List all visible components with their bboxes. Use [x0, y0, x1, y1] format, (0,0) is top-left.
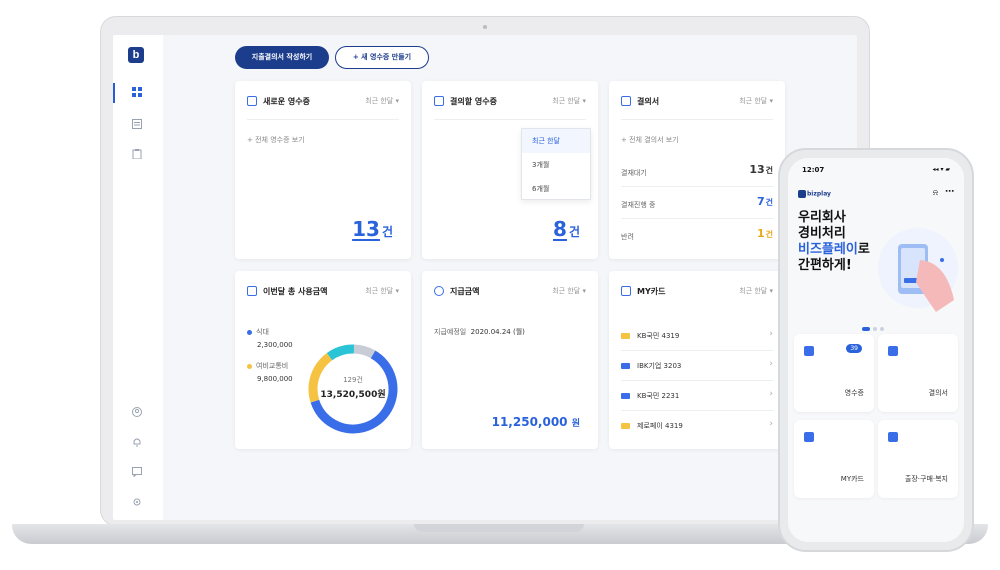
- clipboard-icon[interactable]: [132, 149, 142, 159]
- create-expense-report-button[interactable]: 지출결의서 작성하기: [235, 46, 329, 69]
- new-receipt-button[interactable]: + 새 영수증 만들기: [335, 46, 429, 69]
- card-item-kb-2231[interactable]: KB국민 2231 ›: [621, 381, 773, 411]
- app-logo[interactable]: b: [128, 47, 144, 63]
- receipt-count-badge: 39: [846, 344, 862, 353]
- status-icons: ◂◂ ▾ ▰: [932, 166, 950, 173]
- view-all-receipts-link[interactable]: + 전체 영수증 보기: [247, 135, 305, 145]
- chat-icon[interactable]: [132, 467, 142, 477]
- arrow-circle-icon: [434, 286, 444, 296]
- tile-travel-purchase-welfare[interactable]: 출장·구매·복지: [878, 420, 958, 498]
- tile-my-card[interactable]: MY카드: [794, 420, 874, 498]
- card-title: MY카드: [637, 287, 666, 296]
- status-time: 12:07: [802, 166, 825, 174]
- sidebar-active-indicator: [113, 83, 115, 103]
- card-item-ibk-3203[interactable]: IBK기업 3203 ›: [621, 351, 773, 381]
- payment-card: 지급금액 최근 한달 ▾ 지급예정일 2020.04.24 (월) 11,250…: [422, 271, 598, 449]
- legend-travel: 여비교통비: [247, 361, 288, 371]
- camera: [483, 25, 487, 29]
- card-title: 결의할 영수증: [450, 97, 497, 106]
- dashboard-icon[interactable]: [132, 87, 142, 97]
- laptop: b 지출결의서 작성하기 + 새 영수증 만들기 새로운 영수증 최근 한달 ▾…: [100, 16, 870, 526]
- monthly-spend-card: 이번달 총 사용금액 최근 한달 ▾ 식대 2,300,000 여비교통비 9,…: [235, 271, 411, 449]
- stat-row-pending[interactable]: 결재대기 13건: [621, 157, 773, 187]
- legend-meal-value: 2,300,000: [257, 341, 293, 349]
- more-icon[interactable]: ⋯: [945, 187, 954, 197]
- card-title: 이번달 총 사용금액: [263, 287, 328, 296]
- card-item-zeropay-4319[interactable]: 제로페이 4319 ›: [621, 411, 773, 441]
- tile-approval[interactable]: 결의서: [878, 334, 958, 412]
- card-chip-icon: [621, 423, 630, 429]
- payment-date: 지급예정일 2020.04.24 (월): [434, 328, 525, 336]
- period-select[interactable]: 최근 한달 ▾: [739, 96, 773, 106]
- stat-row-rejected[interactable]: 반려 1건: [621, 221, 773, 251]
- dashboard-screen: b 지출결의서 작성하기 + 새 영수증 만들기 새로운 영수증 최근 한달 ▾…: [113, 35, 857, 520]
- divider: [247, 119, 399, 120]
- card-title: 지급금액: [450, 287, 480, 296]
- hero-text: 우리회사 경비처리 비즈플레이로 간편하게!: [798, 210, 870, 273]
- bizplay-logo: bizplay: [798, 190, 831, 198]
- receipt-icon[interactable]: [132, 119, 142, 129]
- legend-meal: 식대: [247, 327, 269, 337]
- gear-icon[interactable]: [132, 497, 142, 507]
- divider: [434, 119, 586, 120]
- bell-icon[interactable]: [132, 437, 142, 447]
- document-icon: [888, 346, 898, 356]
- period-select[interactable]: 최근 한달 ▾: [739, 286, 773, 296]
- legend-travel-value: 9,800,000: [257, 375, 293, 383]
- card-title: 결의서: [637, 97, 660, 106]
- dropdown-option-3months[interactable]: 3개월: [522, 153, 590, 177]
- card-item-kb-4319[interactable]: KB국민 4319 ›: [621, 321, 773, 351]
- divider: [621, 119, 773, 120]
- chevron-right-icon: ›: [769, 389, 773, 399]
- donut-count: 129건: [343, 376, 363, 384]
- period-dropdown-menu: 최근 한달 3개월 6개월: [521, 128, 591, 200]
- document-icon: [621, 96, 631, 106]
- receipt-icon: [434, 96, 444, 106]
- bell-icon[interactable]: ⍾: [933, 188, 938, 198]
- card-chip-icon: [621, 333, 630, 339]
- carousel-dots[interactable]: [862, 316, 887, 335]
- phone-screen: 12:07 ◂◂ ▾ ▰ bizplay ⍾ ⋯ 우리회사 경비처리 비즈플레이…: [788, 158, 964, 542]
- my-cards-card: MY카드 최근 한달 ▾ KB국민 4319 › IBK기업 3203 › KB…: [609, 271, 785, 449]
- period-select[interactable]: 최근 한달 ▾: [552, 96, 586, 106]
- credit-card-icon: [804, 432, 814, 442]
- donut-total: 13,520,500원: [320, 390, 386, 400]
- new-receipts-count: 13 건: [352, 217, 393, 241]
- payment-amount: 11,250,000 원: [491, 415, 580, 429]
- approvals-card: 결의서 최근 한달 ▾ + 전체 결의서 보기 결재대기 13건 결재진행 중 …: [609, 81, 785, 259]
- dropdown-option-6months[interactable]: 6개월: [522, 177, 590, 201]
- chevron-right-icon: ›: [769, 359, 773, 369]
- card-chip-icon: [621, 393, 630, 399]
- period-select[interactable]: 최근 한달 ▾: [552, 286, 586, 296]
- laptop-notch: [414, 524, 584, 532]
- chevron-right-icon: ›: [769, 419, 773, 429]
- dropdown-option-1month[interactable]: 최근 한달: [522, 129, 590, 153]
- receipt-icon: [804, 346, 814, 356]
- approve-receipts-count: 8건: [553, 217, 580, 241]
- new-receipts-card: 새로운 영수증 최근 한달 ▾ + 전체 영수증 보기 13 건: [235, 81, 411, 259]
- stat-row-in-progress[interactable]: 결재진행 중 7건: [621, 189, 773, 219]
- tile-receipt[interactable]: 39 영수증: [794, 334, 874, 412]
- card-chip-icon: [621, 363, 630, 369]
- user-icon[interactable]: [132, 407, 142, 417]
- card-title: 새로운 영수증: [263, 97, 310, 106]
- view-all-approvals-link[interactable]: + 전체 결의서 보기: [621, 135, 679, 145]
- briefcase-icon: [888, 432, 898, 442]
- credit-card-icon: [621, 286, 631, 296]
- monitor-icon: [247, 286, 257, 296]
- receipt-icon: [247, 96, 257, 106]
- hand-phone-illustration: [878, 228, 958, 312]
- period-select[interactable]: 최근 한달 ▾: [365, 286, 399, 296]
- sidebar: b: [113, 35, 163, 520]
- period-select[interactable]: 최근 한달 ▾: [365, 96, 399, 106]
- phone: 12:07 ◂◂ ▾ ▰ bizplay ⍾ ⋯ 우리회사 경비처리 비즈플레이…: [778, 148, 974, 552]
- chevron-right-icon: ›: [769, 329, 773, 339]
